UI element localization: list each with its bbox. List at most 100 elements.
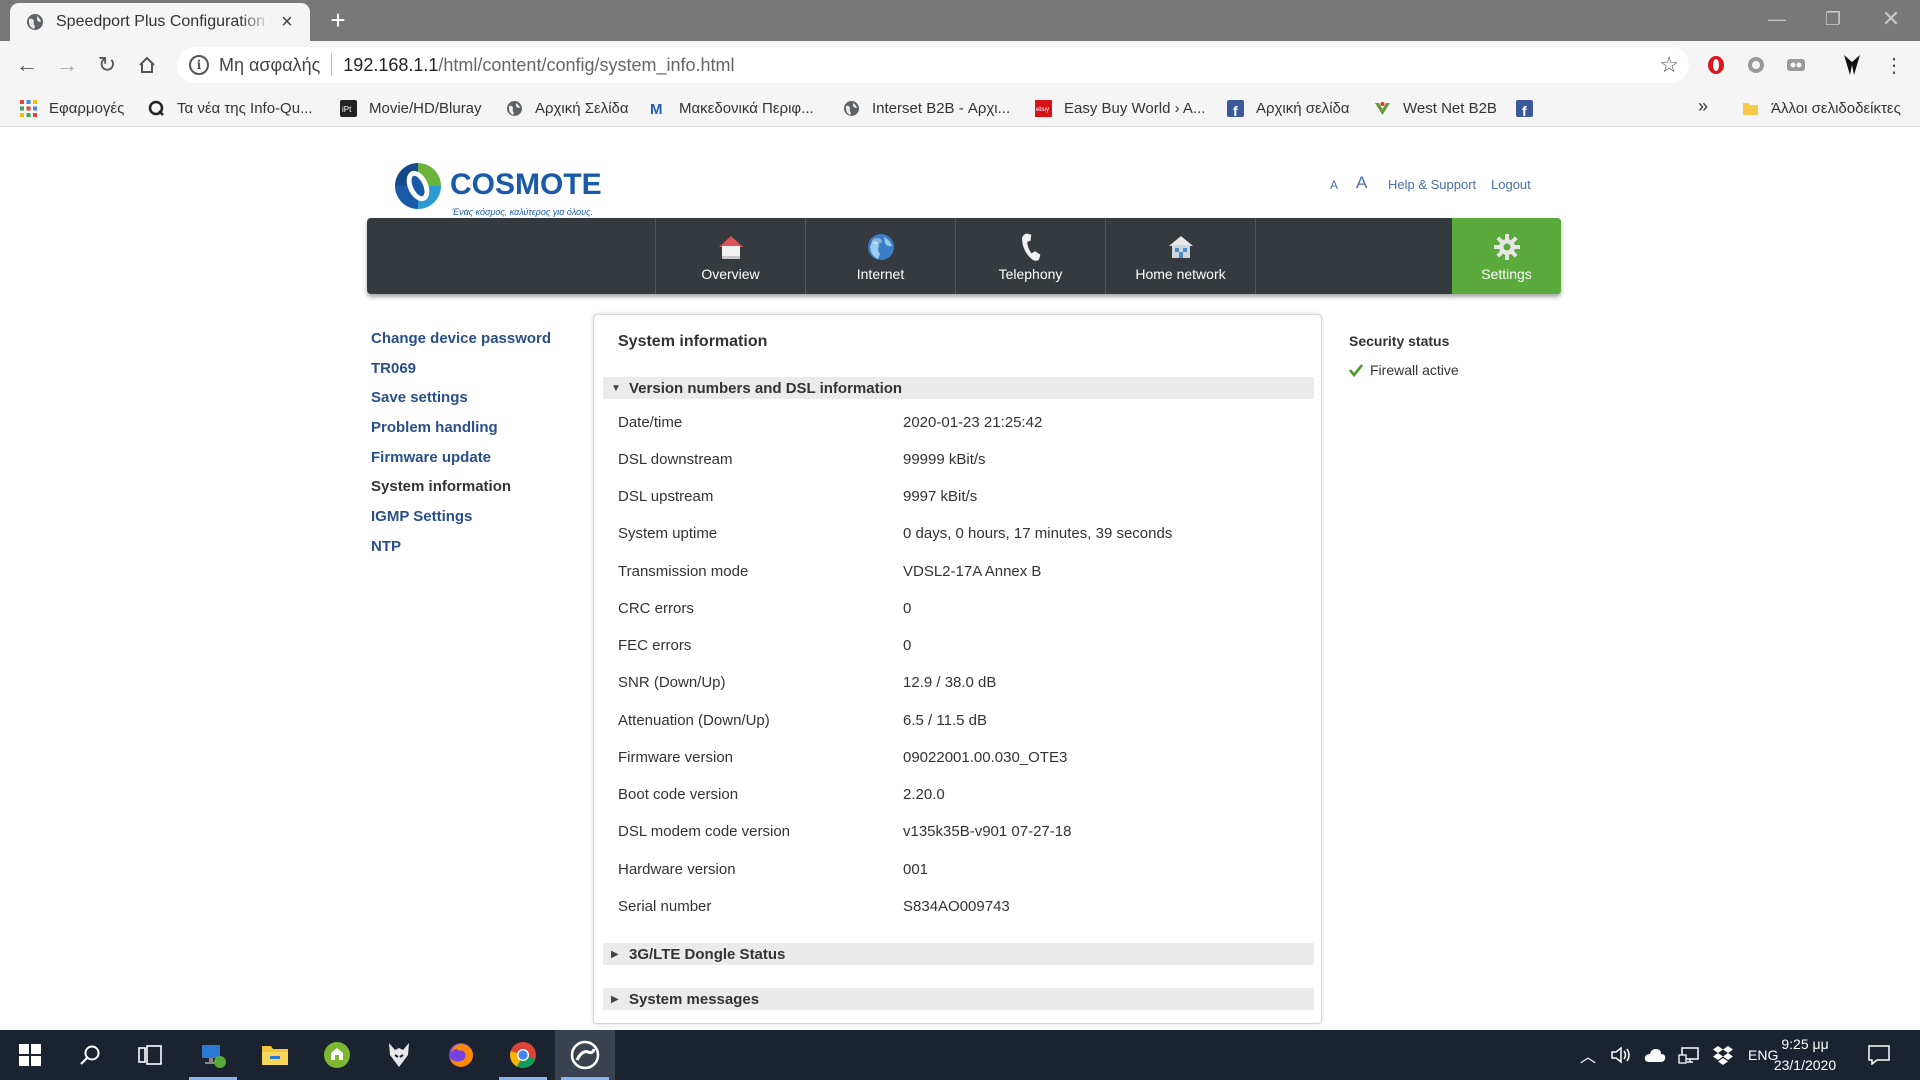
info-value: 12.9 / 38.0 dB: [903, 674, 997, 691]
nav-internet[interactable]: Internet: [805, 218, 955, 294]
info-value: 99999 kBit/s: [903, 451, 986, 468]
close-window-button[interactable]: ✕: [1866, 4, 1916, 34]
sidenav-ntp[interactable]: NTP: [371, 538, 401, 555]
section-system-messages-header[interactable]: ▶ System messages: [603, 988, 1314, 1010]
sidenav-change-device-password[interactable]: Change device password: [371, 330, 551, 347]
logout-link[interactable]: Logout: [1491, 177, 1531, 192]
home-button[interactable]: [132, 50, 162, 80]
dropbox-icon[interactable]: [1712, 1045, 1734, 1065]
svg-text:f: f: [1522, 103, 1527, 117]
sidenav-firmware-update[interactable]: Firmware update: [371, 449, 491, 466]
other-bookmarks[interactable]: Άλλοι σελιδοδείκτες: [1742, 89, 1901, 127]
cosmote-logo[interactable]: COSMOTE Ένας κόσμος, καλύτερος για όλους…: [393, 160, 613, 220]
apps-grid-icon: [20, 99, 37, 117]
show-hidden-icons-button[interactable]: ︿: [1580, 1043, 1596, 1067]
taskbar-app-remote-desktop[interactable]: [183, 1030, 243, 1080]
folder-icon: [262, 1046, 288, 1065]
menu-icon[interactable]: ⋮: [1880, 51, 1908, 79]
forward-button[interactable]: →: [52, 50, 82, 80]
bookmark-makedonika[interactable]: M Μακεδονικά Περιφ...: [650, 89, 814, 127]
expand-triangle-icon: ▶: [611, 948, 619, 960]
info-label: Hardware version: [618, 861, 736, 878]
gear-icon: [1493, 234, 1520, 260]
security-label: Μη ασφαλής: [219, 54, 321, 75]
info-value: S834AO009743: [903, 898, 1010, 915]
info-value: 0 days, 0 hours, 17 minutes, 39 seconds: [903, 525, 1173, 542]
nav-label: Telephony: [998, 266, 1063, 282]
taskbar-app-shield[interactable]: [307, 1030, 367, 1080]
minimize-button[interactable]: —: [1752, 4, 1802, 34]
nav-overview[interactable]: Overview: [655, 218, 805, 294]
firewall-status: Firewall active: [1349, 362, 1459, 378]
browser-tabstrip: Speedport Plus Configuration Program × +…: [0, 0, 1920, 41]
sidenav-save-settings[interactable]: Save settings: [371, 389, 468, 406]
extension-icon-2[interactable]: [1742, 51, 1770, 79]
search-button[interactable]: [60, 1030, 120, 1080]
bookmark-movie[interactable]: iPt Movie/HD/Bluray: [340, 89, 482, 127]
check-icon: [1349, 364, 1363, 377]
bookmark-home-page[interactable]: Αρχική Σελίδα: [506, 89, 629, 127]
section-title: Version numbers and DSL information: [629, 379, 903, 397]
info-row-attenuation: Attenuation (Down/Up) 6.5 / 11.5 dB: [618, 712, 1308, 734]
volume-icon[interactable]: [1610, 1046, 1632, 1064]
url-text[interactable]: 192.168.1.1/html/content/config/system_i…: [343, 55, 734, 76]
panel-title: System information: [618, 333, 768, 350]
onedrive-cloud-icon[interactable]: [1644, 1047, 1666, 1063]
nav-home-network[interactable]: Home network: [1105, 218, 1255, 294]
bookmarks-bar: Εφαρμογές Τα νέα της Info-Qu... iPt Movi…: [0, 89, 1920, 127]
reload-button[interactable]: ↻: [92, 50, 122, 80]
section-3g-lte-dongle-header[interactable]: ▶ 3G/LTE Dongle Status: [603, 943, 1314, 965]
nav-settings[interactable]: Settings: [1452, 218, 1561, 294]
bookmark-info-quest[interactable]: Τα νέα της Info-Qu...: [148, 89, 313, 127]
extension-icon-3[interactable]: [1782, 51, 1810, 79]
svg-text:M: M: [650, 101, 663, 117]
url-host: 192.168.1.1: [343, 54, 439, 75]
taskbar-app-chrome[interactable]: [493, 1030, 553, 1080]
help-support-link[interactable]: Help & Support: [1388, 177, 1476, 192]
sidenav-igmp-settings[interactable]: IGMP Settings: [371, 508, 472, 525]
bookmark-facebook-home[interactable]: f Αρχική σελίδα: [1227, 89, 1350, 127]
restore-button[interactable]: ❐: [1808, 4, 1858, 34]
section-version-dsl-header[interactable]: ▼ Version numbers and DSL information: [603, 377, 1314, 399]
sidenav-problem-handling[interactable]: Problem handling: [371, 419, 498, 436]
font-size-large-button[interactable]: A: [1356, 173, 1367, 193]
taskbar-app-active[interactable]: [555, 1030, 615, 1080]
bookmark-apps[interactable]: Εφαρμογές: [20, 89, 124, 127]
info-row-snr: SNR (Down/Up) 12.9 / 38.0 dB: [618, 674, 1308, 696]
bookmark-west-net[interactable]: West Net B2B: [1374, 89, 1497, 127]
bookmark-easy-buy[interactable]: ebuy Easy Buy World › A...: [1035, 89, 1205, 127]
taskbar-app-wolf[interactable]: [369, 1030, 429, 1080]
address-bar[interactable]: i Μη ασφαλής 192.168.1.1/html/content/co…: [177, 47, 1689, 83]
expand-triangle-icon: ▶: [611, 993, 619, 1005]
info-label: DSL downstream: [618, 451, 733, 468]
browser-tab[interactable]: Speedport Plus Configuration Program ×: [10, 3, 310, 41]
svg-text:Ένας κόσμος, καλύτερος για όλο: Ένας κόσμος, καλύτερος για όλους.: [452, 207, 593, 217]
taskbar-app-firefox[interactable]: [431, 1030, 491, 1080]
sidenav-tr069[interactable]: TR069: [371, 360, 416, 377]
bookmark-facebook[interactable]: f: [1516, 89, 1545, 127]
taskbar-clock[interactable]: 9:25 μμ 23/1/2020: [1760, 1034, 1850, 1076]
bookmarks-overflow-button[interactable]: »: [1698, 96, 1708, 117]
start-button[interactable]: [0, 1030, 60, 1080]
info-label: SNR (Down/Up): [618, 674, 726, 691]
task-view-button[interactable]: [120, 1030, 180, 1080]
app-icon: [570, 1040, 600, 1070]
font-size-small-button[interactable]: A: [1330, 178, 1338, 192]
info-label: Attenuation (Down/Up): [618, 712, 770, 729]
nav-label: Internet: [856, 266, 905, 282]
taskbar-app-file-explorer[interactable]: [245, 1030, 305, 1080]
new-tab-button[interactable]: +: [325, 7, 351, 33]
sidenav-system-information[interactable]: System information: [371, 478, 511, 495]
bookmark-label: Movie/HD/Bluray: [369, 99, 482, 117]
bookmark-star-icon[interactable]: ☆: [1659, 52, 1679, 78]
close-tab-icon[interactable]: ×: [278, 12, 296, 32]
network-icon[interactable]: [1678, 1046, 1700, 1064]
nav-telephony[interactable]: Telephony: [955, 218, 1105, 294]
action-center-button[interactable]: [1848, 1030, 1910, 1080]
back-button[interactable]: ←: [12, 50, 42, 80]
bookmark-interset[interactable]: Interset B2B - Αρχι...: [843, 89, 1010, 127]
info-icon[interactable]: i: [189, 55, 209, 75]
opera-extension-icon[interactable]: [1702, 51, 1730, 79]
profile-avatar-icon[interactable]: [1838, 51, 1866, 79]
info-row-dsl-modem-code-version: DSL modem code version v135k35B-v901 07-2…: [618, 823, 1308, 845]
